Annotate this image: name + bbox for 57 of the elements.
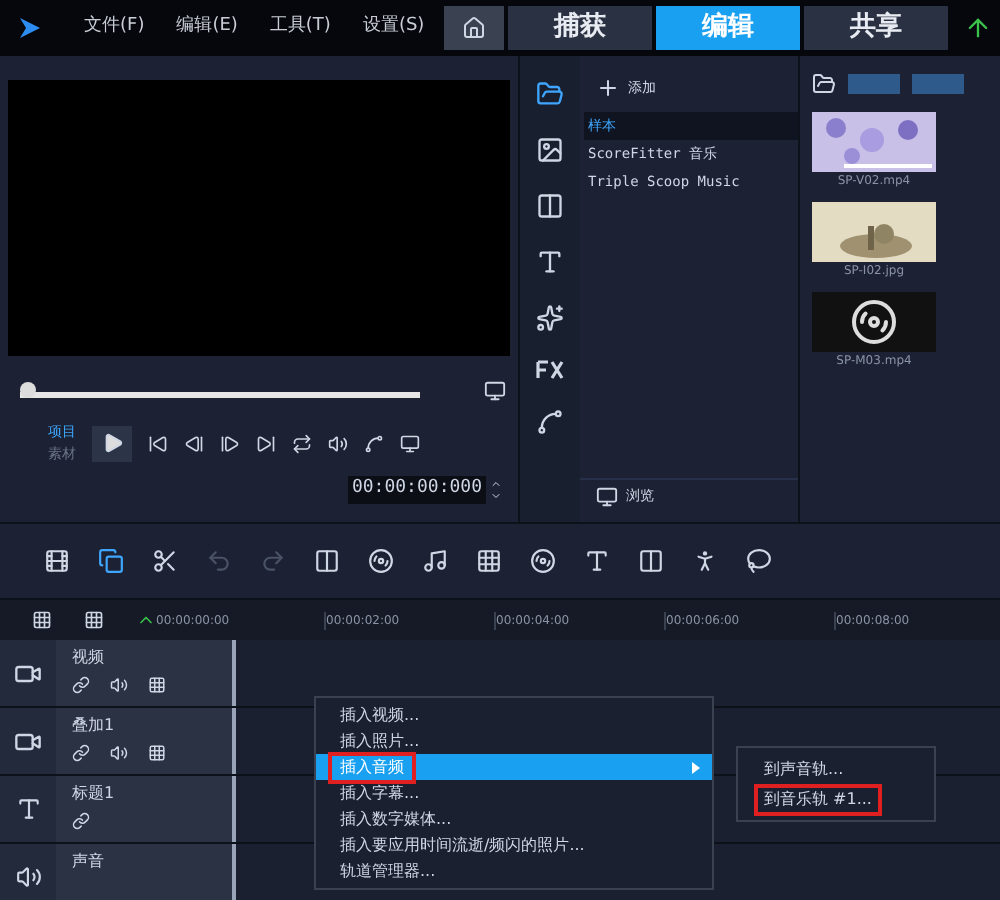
- menu-option[interactable]: 轨道管理器...: [316, 858, 712, 884]
- upload-icon[interactable]: [964, 14, 993, 42]
- mute-icon[interactable]: [110, 676, 128, 694]
- submenu-arrow-icon: [692, 761, 700, 773]
- menu-label: 插入字幕...: [338, 781, 422, 805]
- folder-add-icon[interactable]: [812, 72, 836, 96]
- menu-label: 轨道管理器...: [338, 859, 438, 883]
- submenu-option[interactable]: 到音乐轨 #1...: [758, 787, 878, 811]
- motion-icon[interactable]: [692, 548, 718, 574]
- storyboard-icon[interactable]: [44, 548, 70, 574]
- link-icon[interactable]: [72, 676, 90, 694]
- menu-option[interactable]: 插入要应用时间流逝/频闪的照片...: [316, 832, 712, 858]
- add-icon[interactable]: [596, 76, 620, 100]
- track-name: 叠加1: [72, 714, 117, 738]
- skip-forward-icon[interactable]: [256, 433, 276, 453]
- repeat-icon[interactable]: [292, 433, 312, 453]
- step-forward-icon[interactable]: [220, 433, 240, 453]
- menu-option[interactable]: 插入字幕...: [316, 780, 712, 806]
- menu-label: 插入照片...: [338, 729, 422, 753]
- voice-track-icon: [15, 864, 41, 890]
- step-back-icon[interactable]: [184, 433, 204, 453]
- scrub-thumb[interactable]: [20, 381, 36, 397]
- fx-icon[interactable]: [536, 360, 564, 380]
- subtitle-icon[interactable]: [584, 548, 610, 574]
- logo-icon: [16, 14, 44, 42]
- menu-item[interactable]: 工具(T): [269, 14, 331, 42]
- home-icon: [462, 16, 487, 40]
- workspace-tab[interactable]: 捕获: [508, 6, 653, 50]
- menu-option[interactable]: 插入数字媒体...: [316, 806, 712, 832]
- menu-label: 插入数字媒体...: [338, 807, 454, 831]
- menu-label: 插入要应用时间流逝/频闪的照片...: [338, 833, 587, 857]
- menu-item[interactable]: 文件(F): [84, 14, 145, 42]
- title-icon[interactable]: [536, 248, 564, 276]
- media-icon[interactable]: [536, 80, 564, 108]
- track-name: 标题1: [72, 782, 117, 806]
- menu-item[interactable]: 编辑(E): [176, 14, 238, 42]
- home-button[interactable]: [444, 6, 505, 50]
- volume-icon[interactable]: [328, 433, 348, 453]
- menu-label: 插入视频...: [338, 703, 422, 727]
- menu-option[interactable]: 插入照片...: [316, 728, 712, 754]
- screen-icon[interactable]: [484, 380, 506, 402]
- link-icon[interactable]: [72, 744, 90, 762]
- workspace-tab[interactable]: 共享: [804, 6, 949, 50]
- link-icon[interactable]: [72, 812, 90, 830]
- track-name: 视频: [72, 646, 106, 670]
- menu-label: 插入音频: [332, 755, 412, 779]
- menu-item[interactable]: 设置(S): [362, 14, 425, 42]
- track-name: 声音: [72, 850, 106, 874]
- title-track-icon: [15, 796, 41, 822]
- play-button[interactable]: [92, 425, 132, 461]
- play-icon: [101, 432, 123, 454]
- timecode-field[interactable]: 00:00:00:000: [347, 476, 486, 503]
- split-screen-icon[interactable]: [638, 548, 664, 574]
- skip-back-icon[interactable]: [148, 433, 168, 453]
- mute-icon[interactable]: [110, 744, 128, 762]
- menu-option[interactable]: 插入视频...: [316, 702, 712, 728]
- submenu-option[interactable]: 到声音轨...: [758, 757, 850, 781]
